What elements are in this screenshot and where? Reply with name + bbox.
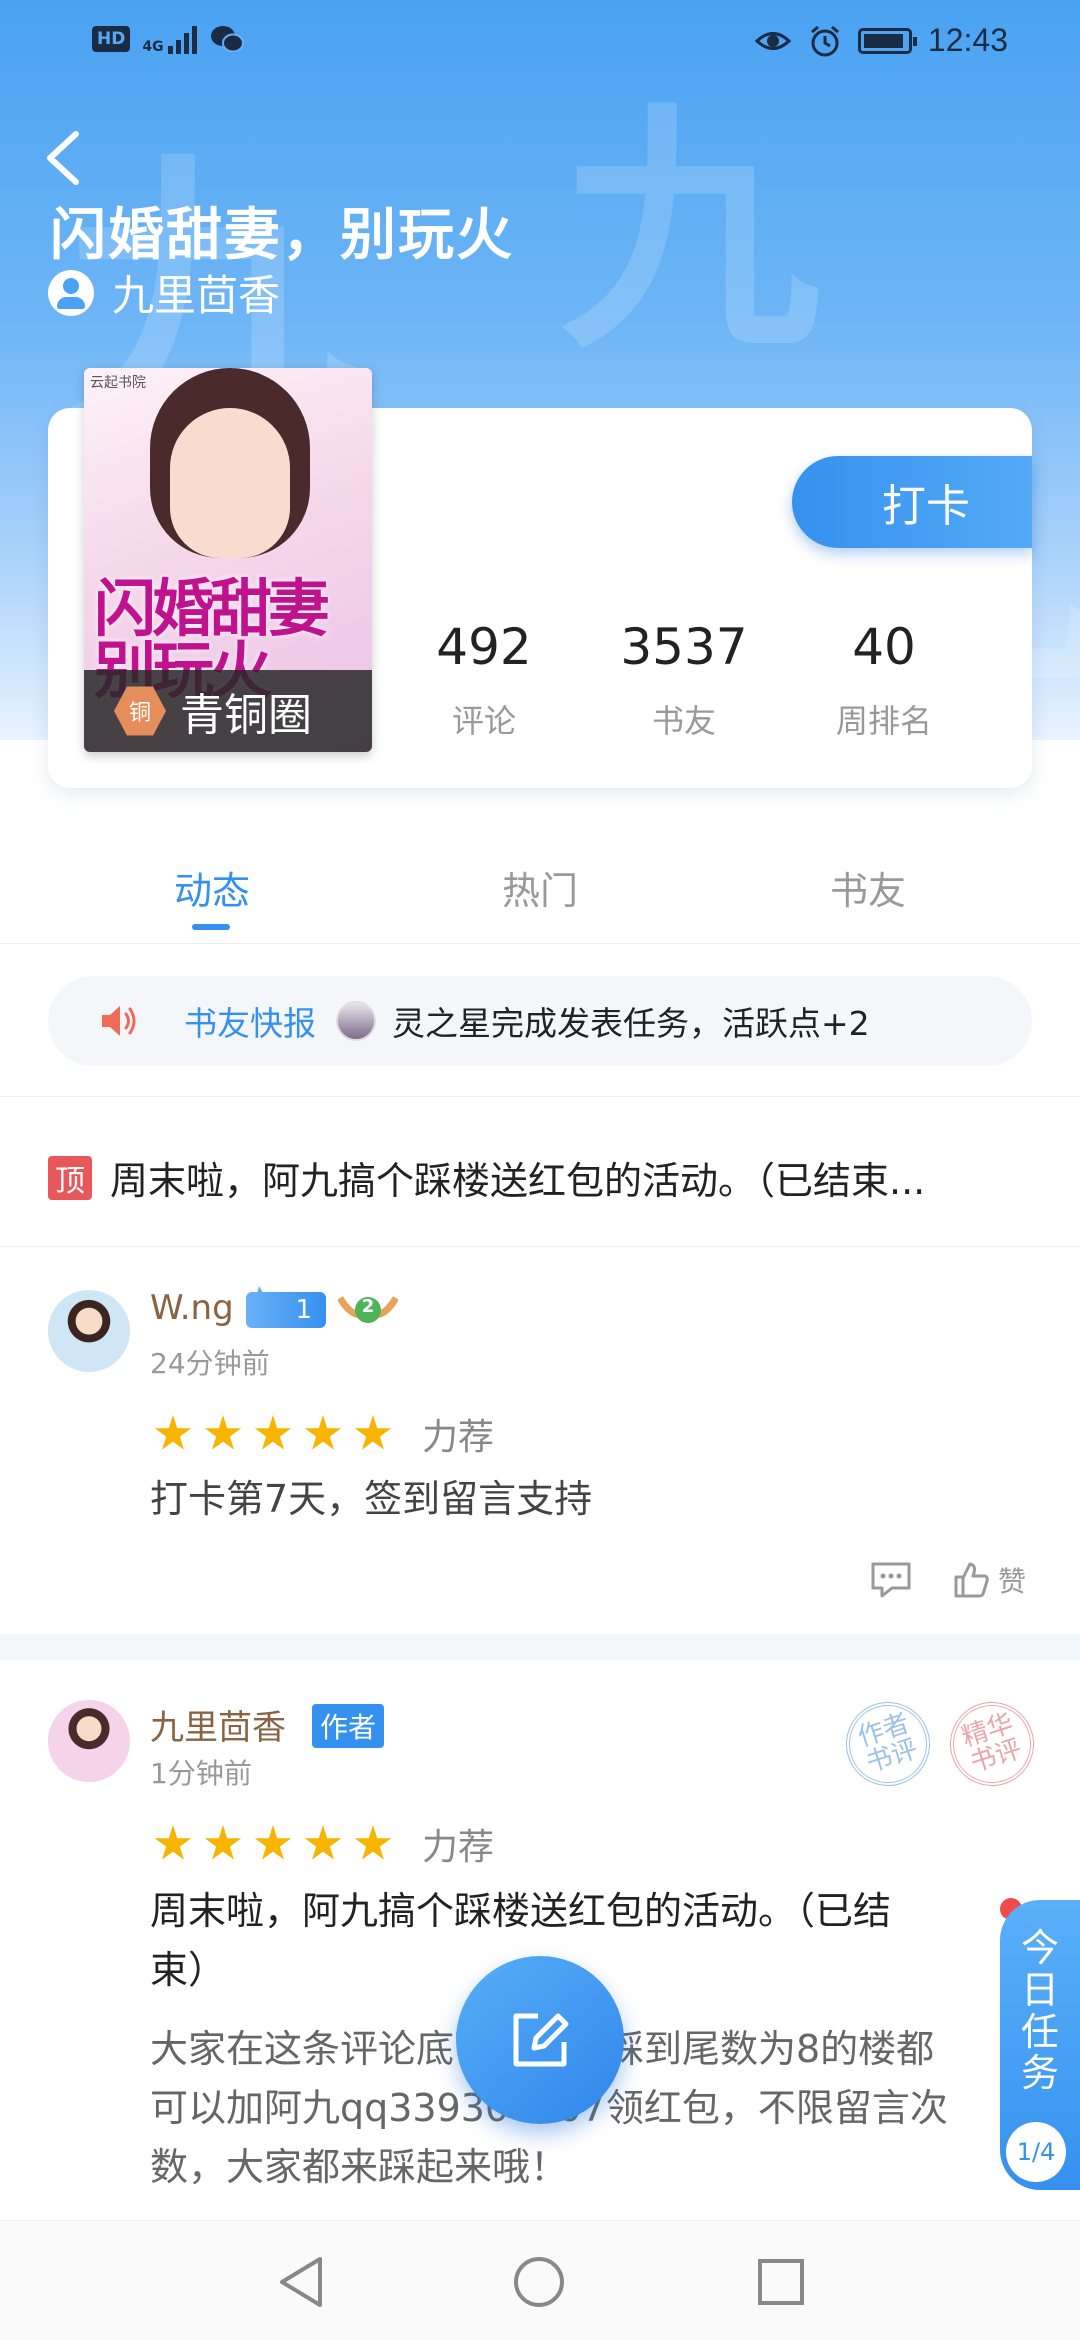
divider [0, 1096, 1080, 1097]
compose-button[interactable] [456, 1956, 624, 2124]
book-title: 闪婚甜妻，别玩火 [50, 203, 514, 268]
avatar[interactable] [48, 1290, 130, 1372]
badge-label: 青铜圈 [180, 690, 312, 741]
avatar[interactable] [48, 1700, 130, 1782]
tab-feed[interactable]: 动态 [112, 860, 312, 915]
hd-icon: HD [92, 26, 131, 52]
status-time: 12:43 [927, 22, 1008, 58]
nav-recents-icon[interactable] [756, 2257, 806, 2307]
battery-icon [857, 27, 917, 54]
post-body-line: 数，大家都来踩起来哦！ [150, 2144, 569, 2189]
author-review-stamp: 作者书评 [835, 1691, 941, 1797]
rating-stars: 力荐 [154, 1408, 494, 1460]
post-username[interactable]: 九里茴香 [150, 1700, 286, 1749]
task-progress: 1/4 [1006, 2122, 1066, 2182]
star-icon [154, 1825, 192, 1860]
like-button[interactable]: 赞 [952, 1560, 1026, 1600]
thumbs-up-icon [954, 1562, 989, 1598]
star-icon [354, 1415, 392, 1450]
user-icon [48, 269, 94, 316]
star-icon [254, 1415, 292, 1450]
pinned-text: 周末啦，阿九搞个踩楼送红包的活动。（已结束... [110, 1159, 926, 1203]
alarm-icon [810, 25, 839, 56]
avatar [336, 1001, 376, 1041]
stat-weekly-rank[interactable]: 40 周排名 [784, 618, 984, 742]
wechat-icon [210, 26, 244, 53]
rating-label: 力荐 [422, 1417, 495, 1458]
star-icon [154, 1415, 192, 1450]
stat-readers[interactable]: 3537 书友 [584, 618, 784, 742]
star-icon [204, 1825, 242, 1860]
stat-label: 书友 [651, 702, 716, 740]
fan-circle-badge[interactable]: 铜 青铜圈 [84, 670, 372, 752]
pin-tag: 顶 [48, 1155, 92, 1200]
pinned-post[interactable]: 顶 周末啦，阿九搞个踩楼送红包的活动。（已结束... [48, 1150, 925, 1205]
level-badge: 1 [246, 1292, 326, 1328]
tab-hot[interactable]: 热门 [440, 860, 640, 915]
eye-icon [754, 31, 792, 50]
post-username[interactable]: W.ng [150, 1288, 234, 1328]
rating-stars: 力荐 [154, 1818, 494, 1870]
stat-label: 评论 [451, 702, 516, 740]
divider [0, 1246, 1080, 1247]
section-gap [0, 1634, 1080, 1660]
stat-label: 周排名 [835, 702, 932, 740]
tab-bar: 动态 热门 书友 [0, 852, 1080, 944]
star-icon [304, 1825, 342, 1860]
cover-publisher: 云起书院 [90, 375, 146, 391]
stat-value: 492 [436, 618, 532, 676]
post-time: 1分钟前 [150, 1757, 252, 1790]
post-time: 24分钟前 [150, 1347, 270, 1380]
post-text[interactable]: 打卡第7天，签到留言支持 [150, 1470, 592, 1529]
status-bar: HD 4G 12:43 [0, 0, 1080, 84]
stat-comments[interactable]: 492 评论 [384, 618, 584, 742]
checkin-button[interactable]: 打卡 [792, 456, 1032, 548]
edit-icon [513, 2013, 569, 2067]
news-ticker[interactable]: 书友快报 灵之星完成发表任务，活跃点+2 [48, 976, 1032, 1066]
star-icon [304, 1415, 342, 1450]
nav-back-icon[interactable] [276, 2255, 326, 2309]
author-tag: 作者 [312, 1704, 385, 1748]
rating-label: 力荐 [422, 1827, 495, 1868]
star-icon [254, 1825, 292, 1860]
stats-row: 492 评论 3537 书友 40 周排名 [384, 618, 984, 742]
task-label: 今日任务 [1020, 1926, 1059, 2096]
back-icon[interactable] [40, 128, 86, 188]
author-name: 九里茴香 [112, 271, 281, 320]
tab-readers[interactable]: 书友 [768, 860, 968, 915]
comment-icon[interactable] [870, 1560, 912, 1600]
ticker-text: 灵之星完成发表任务，活跃点+2 [392, 1004, 870, 1043]
signal-icon: 4G [142, 24, 197, 54]
author-row[interactable]: 九里茴香 [48, 262, 280, 323]
like-label: 赞 [998, 1565, 1027, 1598]
system-nav-bar [0, 2220, 1080, 2340]
book-cover[interactable]: 云起书院 闪婚甜妻别玩火 铜 青铜圈 [84, 368, 372, 752]
speaker-icon [102, 1006, 136, 1036]
ticker-label: 书友快报 [184, 1004, 316, 1043]
nav-home-icon[interactable] [512, 2255, 566, 2309]
post-title-line: 周末啦，阿九搞个踩楼送红包的活动。（已结 [150, 1889, 892, 1933]
bronze-medal-icon: 铜 [114, 686, 166, 736]
star-icon [204, 1415, 242, 1450]
featured-review-stamp: 精华书评 [939, 1691, 1045, 1797]
stat-value: 3537 [620, 618, 748, 676]
medal-icon: 2 [336, 1288, 400, 1332]
star-icon [354, 1825, 392, 1860]
cover-illustration [170, 408, 290, 558]
stat-value: 40 [852, 618, 916, 676]
daily-task-widget[interactable]: 今日任务 1/4 [1000, 1900, 1080, 2190]
tab-indicator [192, 924, 230, 930]
medal-level: 2 [361, 1296, 375, 1317]
